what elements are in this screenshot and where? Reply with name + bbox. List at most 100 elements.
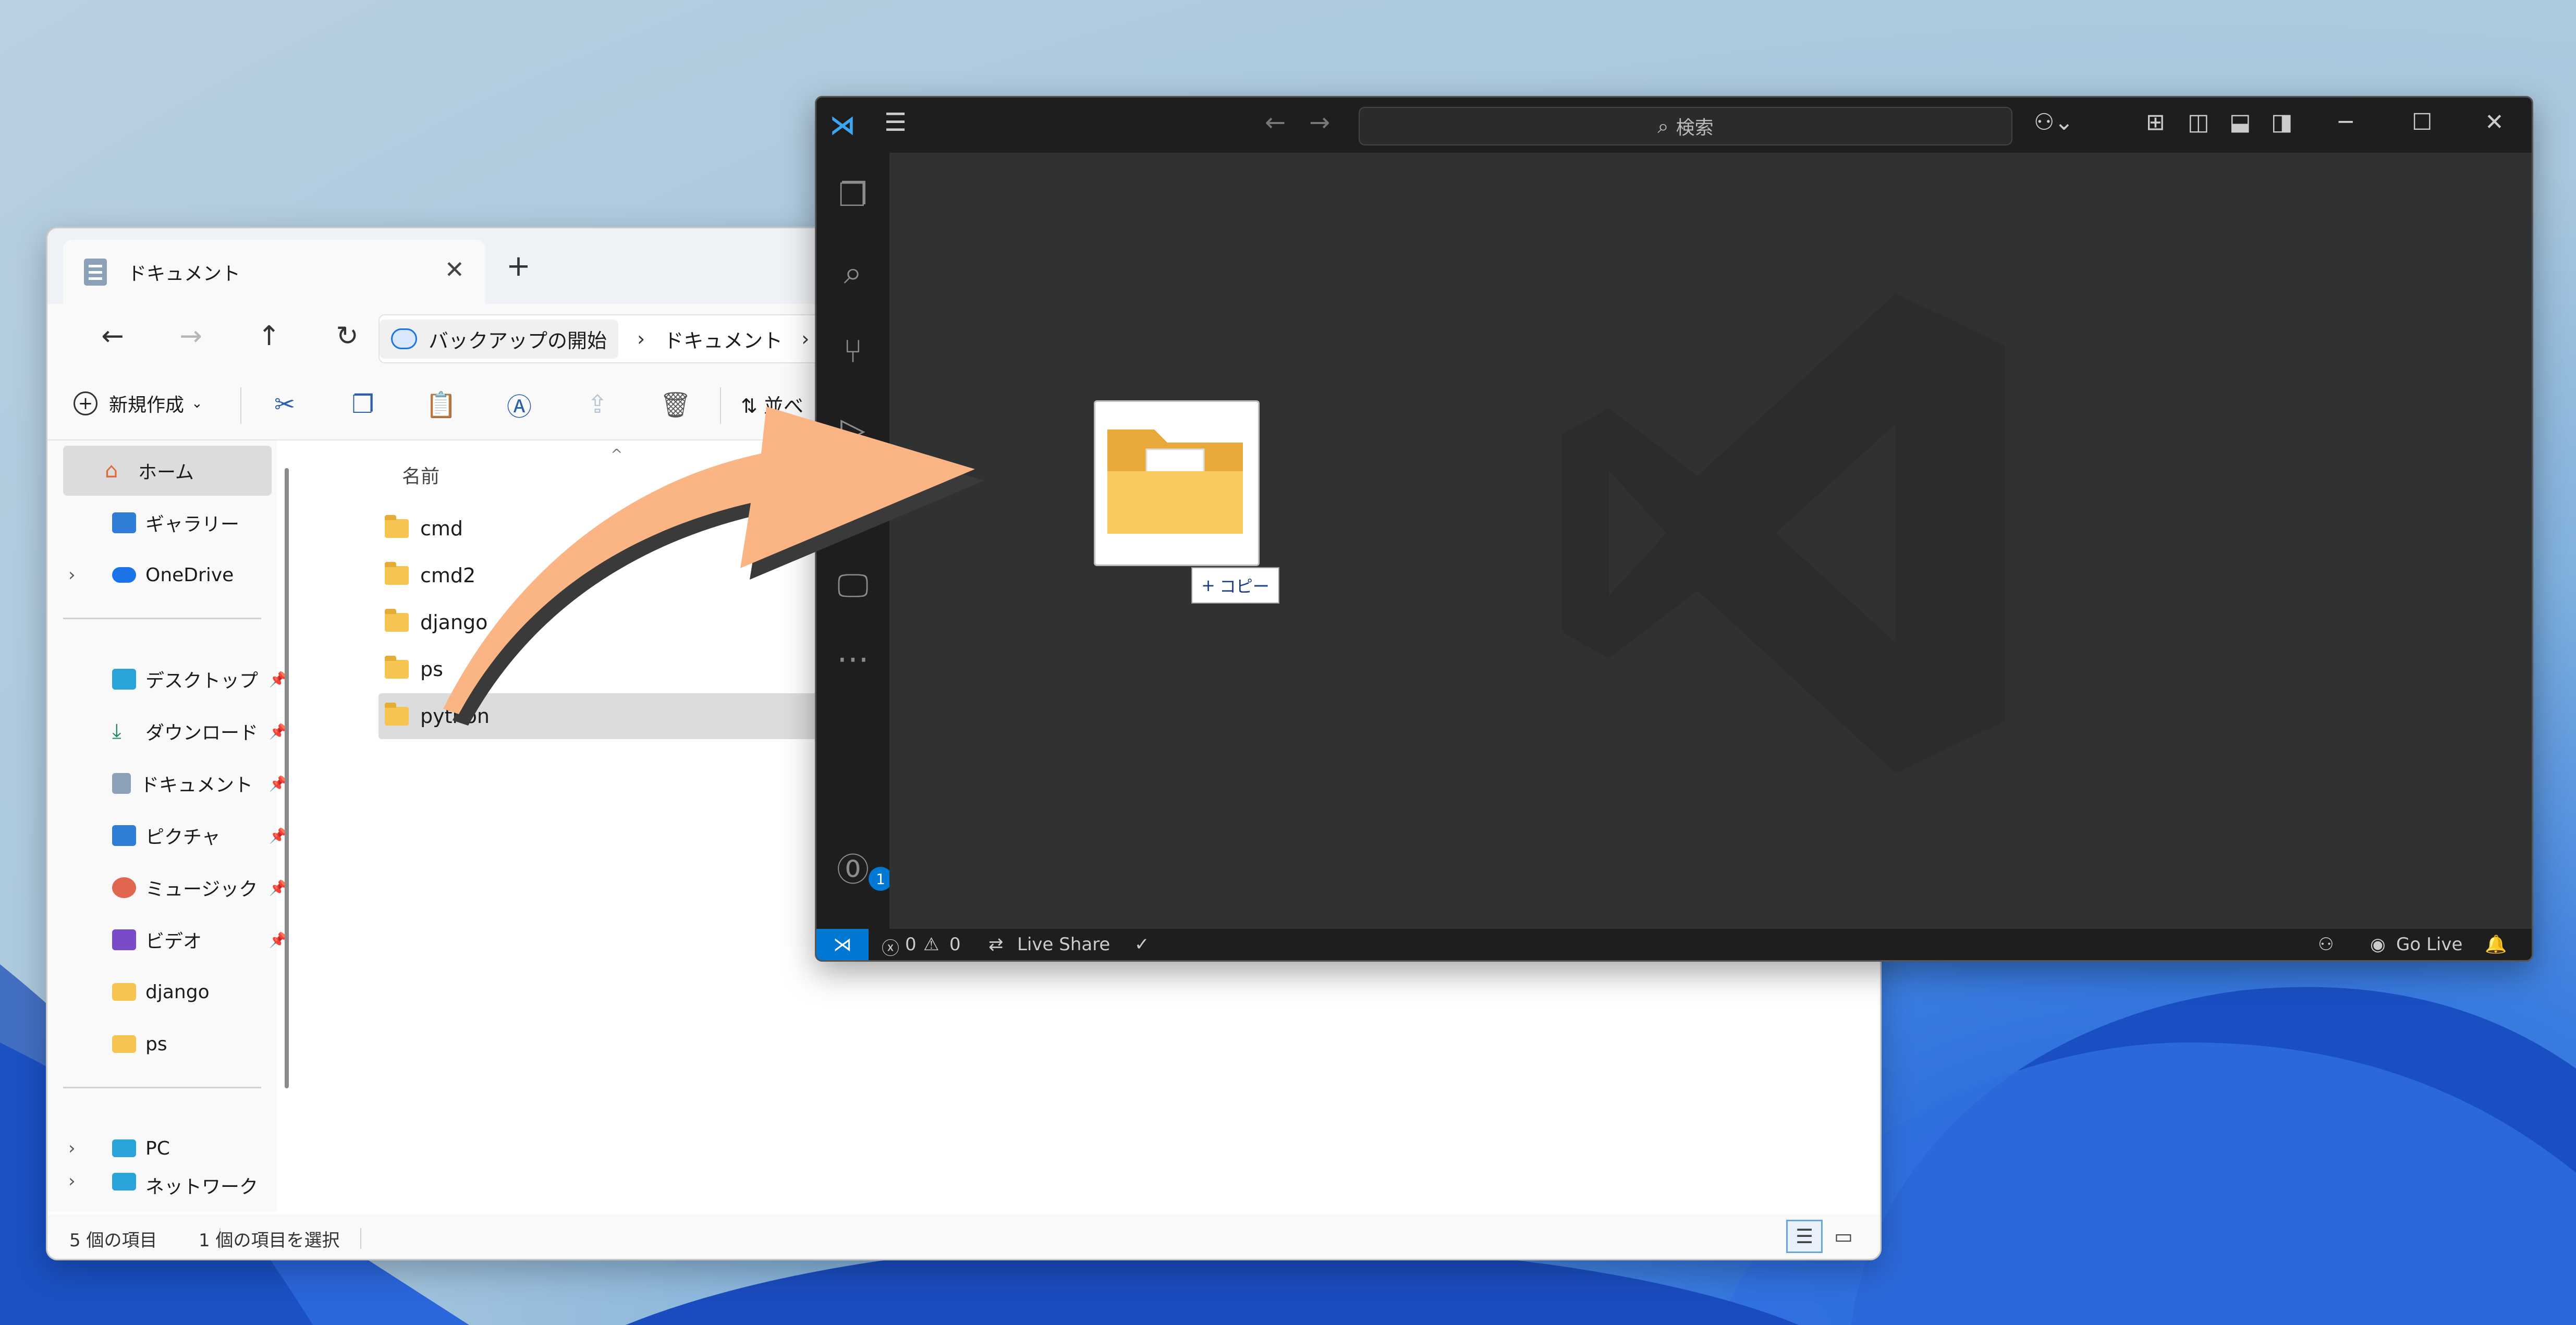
tiles-view-icon[interactable]: ▭ [1825, 1220, 1862, 1253]
new-button[interactable]: + 新規作成 ⌄ [74, 390, 203, 417]
more-icon[interactable]: ⋯ [832, 637, 874, 679]
pictures-icon [112, 825, 136, 846]
details-view-icon[interactable]: ☰ [1786, 1220, 1823, 1253]
extensions-icon[interactable]: ⧉ [832, 486, 874, 528]
copy-label: コピー [1219, 576, 1269, 596]
sidebar-item-label: ドキュメント [140, 775, 253, 796]
notification-bell-icon[interactable]: 🔔 [2485, 934, 2507, 955]
live-share-label[interactable]: Live Share [1017, 934, 1110, 955]
breadcrumb-documents[interactable]: ドキュメント [664, 325, 783, 353]
folder-icon [112, 1035, 136, 1053]
maximize-icon[interactable]: ☐ [2412, 109, 2432, 136]
up-arrow-icon[interactable]: ↑ [246, 315, 292, 357]
warning-icon[interactable]: ⚠ [923, 934, 939, 955]
breadcrumb-separator-icon[interactable]: › [637, 327, 645, 350]
back-arrow-icon[interactable]: ← [1265, 108, 1286, 137]
gallery-icon [112, 512, 136, 533]
chevron-down-icon: ⌄ [191, 396, 203, 411]
new-tab-button[interactable]: + [506, 249, 531, 283]
vscode-window: ⋊ ☰ ← → ⌕ 検索 ⚇⌄ ⊞ ◫ ⬓ ◨ ─ ☐ ✕ ❐ ⌕ ⑂ ▷ ⧉ … [815, 96, 2533, 962]
customize-layout-icon[interactable]: ⊞ [2146, 109, 2165, 136]
sidebar-scrollbar[interactable] [285, 468, 289, 1088]
sidebar-item-label: ps [145, 1033, 167, 1055]
go-live-label[interactable]: Go Live [2396, 934, 2462, 955]
sidebar-item-label: デスクトップ [145, 670, 259, 692]
minimize-icon[interactable]: ─ [2339, 109, 2353, 136]
plus-icon: + [1201, 575, 1215, 595]
back-arrow-icon[interactable]: ← [89, 315, 136, 357]
toggle-primary-sidebar-icon[interactable]: ◫ [2188, 109, 2209, 136]
file-name: cmd2 [420, 564, 476, 587]
breadcrumb-separator-icon[interactable]: › [801, 327, 809, 350]
sidebar-item-onedrive[interactable]: › OneDrive [63, 550, 272, 600]
forward-arrow-icon[interactable]: → [167, 315, 214, 357]
close-tab-icon[interactable]: ✕ [444, 255, 465, 284]
menu-icon[interactable]: ☰ [884, 108, 907, 137]
share-icon[interactable]: ⇪ [579, 386, 616, 423]
file-name: django [420, 611, 488, 634]
chevron-right-icon[interactable]: › [68, 565, 76, 585]
backup-label: バックアップの開始 [429, 329, 607, 352]
divider [240, 387, 241, 424]
folder-icon [112, 983, 136, 1001]
toggle-panel-icon[interactable]: ⬓ [2229, 109, 2251, 136]
cut-icon[interactable]: ✂ [266, 386, 303, 423]
backup-crumb[interactable]: バックアップの開始 [380, 319, 619, 359]
sidebar-item-music[interactable]: ミュージック 📌 [63, 863, 287, 913]
accounts-icon[interactable]: ⓪1 [832, 846, 893, 891]
sidebar-item-label: ビデオ [145, 931, 202, 952]
folder-icon [385, 656, 409, 679]
explorer-files-icon[interactable]: ❐ [832, 174, 874, 215]
tab-documents[interactable]: ドキュメント ✕ [63, 240, 485, 304]
warning-count[interactable]: 0 [949, 934, 961, 955]
column-header-name[interactable]: 名前 [402, 461, 439, 488]
run-debug-icon[interactable]: ▷ [832, 408, 874, 450]
sidebar-item-label: ネットワーク [145, 1176, 259, 1198]
copilot-icon[interactable]: ⚇⌄ [2034, 109, 2073, 136]
sidebar-item-label: ピクチャ [145, 827, 221, 848]
sidebar-item-pc[interactable]: › PC [63, 1123, 272, 1173]
command-center-search[interactable]: ⌕ 検索 [1359, 107, 2012, 145]
sidebar-item-pictures[interactable]: ピクチャ 📌 [63, 811, 287, 861]
file-name: python [420, 705, 490, 728]
sidebar-item-home[interactable]: ⌂ ホーム [63, 446, 272, 496]
error-icon[interactable]: ⓧ [882, 934, 899, 960]
forward-arrow-icon[interactable]: → [1309, 108, 1330, 137]
remote-explorer-icon[interactable]: 🖵 [832, 565, 874, 606]
close-icon[interactable]: ✕ [2485, 109, 2504, 136]
sidebar-item-downloads[interactable]: ⤓ ダウンロード 📌 [63, 706, 287, 756]
chevron-right-icon[interactable]: › [68, 1138, 76, 1159]
remote-indicator-icon[interactable]: ⋊ [816, 929, 869, 960]
sidebar-item-documents[interactable]: ドキュメント 📌 [63, 758, 287, 808]
delete-icon[interactable]: 🗑 [657, 386, 694, 423]
dragged-folder-card [1094, 400, 1260, 566]
live-share-icon[interactable]: ⇄ [988, 934, 1004, 955]
search-placeholder: 検索 [1676, 117, 1714, 139]
copy-tooltip: + コピー [1191, 567, 1279, 604]
copy-icon[interactable]: ❐ [345, 386, 381, 423]
sidebar-item-gallery[interactable]: ギャラリー [63, 498, 272, 548]
broadcast-icon[interactable]: ◉ [2370, 934, 2386, 955]
sidebar-item-desktop[interactable]: デスクトップ 📌 [63, 654, 287, 704]
sidebar-item-label: django [145, 981, 210, 1003]
sort-label: 並べ [763, 395, 803, 418]
rename-icon[interactable]: Ⓐ [501, 386, 538, 423]
folder-icon [385, 609, 409, 632]
sort-button[interactable]: ⇅ 並べ [741, 390, 803, 419]
error-count[interactable]: 0 [905, 934, 917, 955]
paste-icon[interactable]: 📋 [423, 386, 459, 423]
check-icon[interactable]: ✓ [1134, 934, 1150, 955]
source-control-icon[interactable]: ⑂ [832, 330, 874, 372]
search-icon[interactable]: ⌕ [832, 252, 874, 293]
status-bar: 5 個の項目 1 個の項目を選択 ☰ ▭ [47, 1214, 1880, 1259]
sidebar-item-network[interactable]: › ネットワーク [63, 1168, 272, 1199]
sidebar-item-videos[interactable]: ビデオ 📌 [63, 915, 287, 965]
toggle-secondary-sidebar-icon[interactable]: ◨ [2271, 109, 2293, 136]
copilot-status-icon[interactable]: ⚇ [2318, 934, 2334, 955]
refresh-icon[interactable]: ↻ [324, 315, 371, 357]
sidebar-item-django[interactable]: django [63, 967, 272, 1017]
sidebar-item-ps[interactable]: ps [63, 1019, 272, 1069]
documents-folder-icon [84, 258, 107, 286]
sort-caret-icon: ^ [611, 446, 623, 463]
chevron-right-icon[interactable]: › [68, 1171, 76, 1192]
